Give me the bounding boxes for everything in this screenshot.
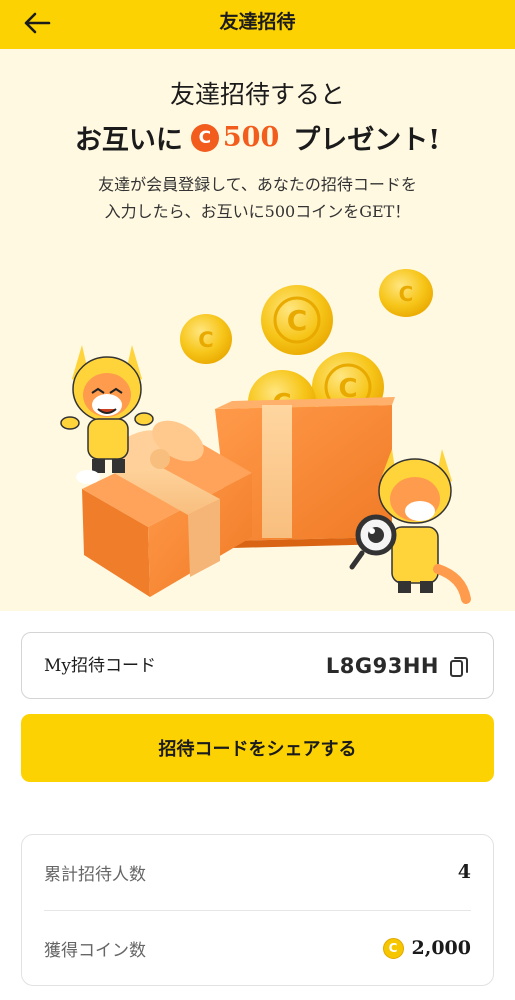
earned-coins-value-wrap: C 2,000: [382, 937, 472, 959]
invited-count-row: 累計招待人数 4: [44, 835, 471, 909]
share-invite-code-button[interactable]: 招待コードをシェアする: [21, 714, 494, 782]
invite-code-box: My招待コード L8G93HH: [21, 632, 494, 699]
earned-coins-label: 獲得コイン数: [44, 940, 146, 961]
copy-icon: [450, 657, 468, 677]
gift-illustration: C C C C C: [60, 269, 471, 604]
invite-code-label: My招待コード: [44, 656, 157, 676]
svg-text:C: C: [198, 328, 213, 352]
coin-icon: C: [180, 314, 232, 364]
earned-coins-row: 獲得コイン数 C 2,000: [44, 911, 471, 985]
svg-text:C: C: [287, 304, 308, 337]
invited-count-value: 4: [457, 861, 471, 883]
invite-stats-card: 累計招待人数 4 獲得コイン数 C 2,000: [21, 834, 494, 986]
page-title: 友達招待: [219, 11, 296, 33]
hero-banner: 友達招待すると お互いに C 500 プレゼント! 友達が会員登録して、あなたの…: [0, 49, 515, 611]
invite-code-value: L8G93HH: [325, 654, 439, 678]
app-header: 友達招待: [0, 0, 515, 49]
coin-icon: C: [382, 937, 404, 959]
coin-icon: C: [379, 269, 433, 317]
earned-coins-value: 2,000: [411, 937, 472, 959]
copy-button[interactable]: [447, 654, 471, 678]
svg-text:C: C: [399, 282, 414, 306]
invited-count-label: 累計招待人数: [44, 864, 146, 885]
coin-icon: C: [261, 285, 333, 355]
